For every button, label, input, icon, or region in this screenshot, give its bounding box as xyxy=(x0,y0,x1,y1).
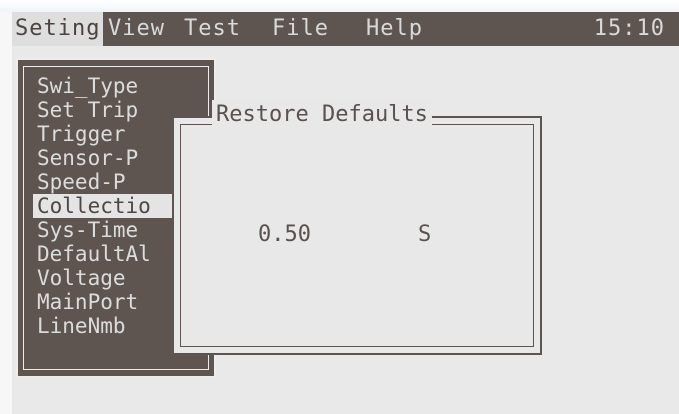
menu-item-swi-type[interactable]: Swi_Type xyxy=(33,74,191,98)
menu-item-sys-time[interactable]: Sys-Time xyxy=(33,218,191,242)
menu-file[interactable]: File xyxy=(272,12,329,46)
menu-item-set-trip[interactable]: Set Trip xyxy=(33,98,191,122)
menu-help[interactable]: Help xyxy=(366,12,423,46)
menu-item-line-nmb[interactable]: LineNmb xyxy=(33,314,191,338)
menu-test[interactable]: Test xyxy=(184,12,241,46)
unit-label: S xyxy=(418,222,432,247)
menu-item-voltage[interactable]: Voltage xyxy=(33,266,191,290)
restore-defaults-dialog xyxy=(172,116,542,355)
menu-seting[interactable]: Seting xyxy=(12,12,104,46)
menu-bar: Seting View Test File Help 15:10 xyxy=(12,12,679,46)
value-field[interactable]: 0.50 xyxy=(258,222,311,247)
menu-item-sensor-p[interactable]: Sensor-P xyxy=(33,146,191,170)
screen-bezel-left xyxy=(0,12,12,414)
dialog-title: Restore Defaults xyxy=(212,100,432,130)
settings-list: Swi_Type Set Trip Trigger Sensor-P Speed… xyxy=(33,74,191,338)
menu-item-main-port[interactable]: MainPort xyxy=(33,290,191,314)
menu-item-trigger[interactable]: Trigger xyxy=(33,122,191,146)
menu-item-speed-p[interactable]: Speed-P xyxy=(33,170,191,194)
menu-view[interactable]: View xyxy=(108,12,165,46)
menu-item-default-al[interactable]: DefaultAl xyxy=(33,242,191,266)
menu-item-collection[interactable]: Collectio xyxy=(33,194,191,218)
screen-bezel-top xyxy=(0,0,679,12)
dialog-inner-border xyxy=(180,124,534,347)
clock: 15:10 xyxy=(593,16,665,41)
